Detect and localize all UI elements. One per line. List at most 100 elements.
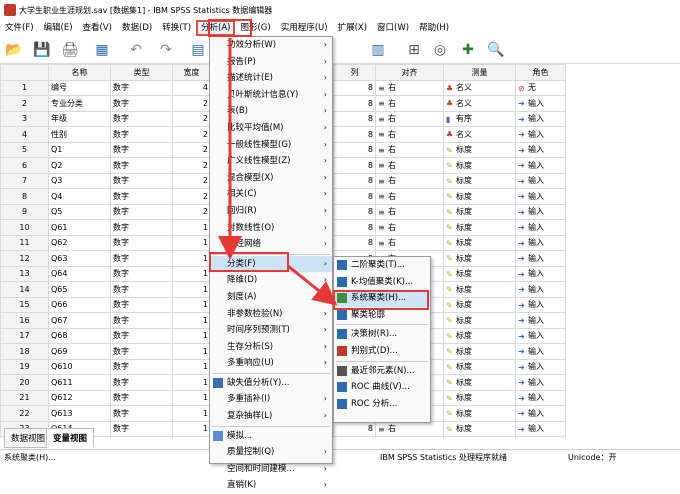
analyze-menu-item[interactable]: 回归(R) ›: [210, 203, 332, 220]
width-cell[interactable]: 1: [172, 296, 211, 313]
analyze-menu-item[interactable]: 一般线性模型(G) ›: [210, 137, 332, 154]
measure-cell[interactable]: ♣ 名义: [443, 126, 516, 143]
align-cell[interactable]: ≡右: [375, 188, 444, 205]
measure-cell[interactable]: ✎标度: [443, 327, 516, 344]
row-number[interactable]: 9: [0, 203, 49, 220]
row-number[interactable]: 17: [0, 327, 49, 344]
analyze-menu-item[interactable]: 刻度(A) ›: [210, 289, 332, 306]
search-icon[interactable]: 🔍: [486, 40, 506, 60]
measure-cell[interactable]: ♣ 名义: [443, 79, 516, 96]
type-cell[interactable]: 数字: [110, 265, 173, 282]
measure-cell[interactable]: ✎标度: [443, 250, 516, 267]
analyze-menu-item[interactable]: 多重响应(U) ›: [210, 355, 332, 372]
role-cell[interactable]: ➜输入: [515, 110, 566, 127]
tab-variable-view[interactable]: 变量视图: [46, 428, 95, 448]
type-cell[interactable]: 数字: [110, 95, 173, 112]
name-cell[interactable]: Q64: [48, 265, 111, 282]
analyze-menu-item[interactable]: 缺失值分析(Y)...: [210, 375, 332, 392]
type-cell[interactable]: 数字: [110, 203, 173, 220]
width-cell[interactable]: 1: [172, 234, 211, 251]
row-number[interactable]: 14: [0, 281, 49, 298]
type-cell[interactable]: 数字: [110, 281, 173, 298]
role-cell[interactable]: ➜输入: [515, 234, 566, 251]
columns-cell[interactable]: 8: [333, 188, 376, 205]
width-cell[interactable]: 1: [172, 405, 211, 422]
columns-cell[interactable]: 8: [333, 420, 376, 437]
name-cell[interactable]: Q65: [48, 281, 111, 298]
menu-7[interactable]: 实用程序(U): [276, 20, 333, 36]
analyze-menu-item[interactable]: 混合模型(X) ›: [210, 170, 332, 187]
align-cell[interactable]: ≡右: [375, 110, 444, 127]
menu-10[interactable]: 帮助(H): [414, 20, 454, 36]
align-cell[interactable]: ≡右: [375, 234, 444, 251]
align-cell[interactable]: ≡右: [375, 436, 444, 438]
name-cell[interactable]: Q2: [48, 157, 111, 174]
width-cell[interactable]: 1: [172, 389, 211, 406]
analyze-menu-item[interactable]: 广义线性模型(Z) ›: [210, 153, 332, 170]
row-number[interactable]: 6: [0, 157, 49, 174]
width-cell[interactable]: 2: [172, 141, 211, 158]
type-cell[interactable]: 数字: [110, 327, 173, 344]
type-cell[interactable]: 数字: [110, 436, 173, 438]
analyze-menu-item[interactable]: 神经网络 ›: [210, 236, 332, 253]
width-cell[interactable]: 1: [172, 436, 211, 438]
analyze-menu-item[interactable]: 质量控制(Q) ›: [210, 444, 332, 461]
role-cell[interactable]: ➜输入: [515, 250, 566, 267]
menu-3[interactable]: 数据(D): [117, 20, 157, 36]
menu-0[interactable]: 文件(F): [0, 20, 39, 36]
width-cell[interactable]: 1: [172, 420, 211, 437]
role-cell[interactable]: ➜输入: [515, 126, 566, 143]
name-cell[interactable]: Q3: [48, 172, 111, 189]
classify-menu-item[interactable]: 决策树(R)...: [334, 326, 430, 343]
measure-cell[interactable]: ✎标度: [443, 420, 516, 437]
name-cell[interactable]: Q67: [48, 312, 111, 329]
columns-cell[interactable]: 8: [333, 141, 376, 158]
width-cell[interactable]: 1: [172, 327, 211, 344]
menu-8[interactable]: 扩展(X): [333, 20, 372, 36]
columns-cell[interactable]: 8: [333, 79, 376, 96]
row-number[interactable]: 11: [0, 234, 49, 251]
row-number[interactable]: 18: [0, 343, 49, 360]
print-icon[interactable]: 🖨: [60, 40, 80, 60]
analyze-menu-item[interactable]: 非参数检验(N) ›: [210, 306, 332, 323]
type-cell[interactable]: 数字: [110, 188, 173, 205]
measure-cell[interactable]: ✎标度: [443, 358, 516, 375]
type-cell[interactable]: 数字: [110, 250, 173, 267]
row-number[interactable]: 16: [0, 312, 49, 329]
analyze-menu-item[interactable]: 多重插补(I) ›: [210, 391, 332, 408]
classify-menu-item[interactable]: 最近邻元素(N)...: [334, 363, 430, 380]
analyze-menu-item[interactable]: 对数线性(O) ›: [210, 220, 332, 237]
measure-cell[interactable]: ✎标度: [443, 203, 516, 220]
redo-icon[interactable]: ↷: [156, 40, 176, 60]
align-cell[interactable]: ≡右: [375, 126, 444, 143]
classify-menu-item[interactable]: ROC 分析...: [334, 396, 430, 413]
measure-cell[interactable]: ✎标度: [443, 234, 516, 251]
name-cell[interactable]: Q4: [48, 188, 111, 205]
name-cell[interactable]: Q611: [48, 374, 111, 391]
row-number[interactable]: 7: [0, 172, 49, 189]
type-cell[interactable]: 数字: [110, 234, 173, 251]
columns-cell[interactable]: 8: [333, 234, 376, 251]
role-cell[interactable]: ➜输入: [515, 141, 566, 158]
analyze-menu-item[interactable]: 空间和时间建模... ›: [210, 461, 332, 478]
width-cell[interactable]: 2: [172, 110, 211, 127]
name-cell[interactable]: Q63: [48, 250, 111, 267]
width-cell[interactable]: 1: [172, 219, 211, 236]
row-number[interactable]: 20: [0, 374, 49, 391]
analyze-menu-item[interactable]: 描述统计(E) ›: [210, 70, 332, 87]
width-cell[interactable]: 2: [172, 203, 211, 220]
measure-cell[interactable]: ▮ 有序: [443, 110, 516, 127]
menu-1[interactable]: 编辑(E): [39, 20, 78, 36]
row-number[interactable]: 2: [0, 95, 49, 112]
column-header[interactable]: 列: [333, 64, 376, 81]
width-cell[interactable]: 2: [172, 126, 211, 143]
measure-cell[interactable]: ✎标度: [443, 343, 516, 360]
analyze-menu-item[interactable]: 功效分析(W) ›: [210, 37, 332, 54]
name-cell[interactable]: Q5: [48, 203, 111, 220]
width-cell[interactable]: 1: [172, 312, 211, 329]
role-cell[interactable]: ⊘ 无: [515, 79, 566, 96]
undo-icon[interactable]: ↶: [126, 40, 146, 60]
recall-dialog-icon[interactable]: ▦: [92, 40, 112, 60]
measure-cell[interactable]: ✎标度: [443, 389, 516, 406]
analyze-menu-item[interactable]: 相关(C) ›: [210, 186, 332, 203]
